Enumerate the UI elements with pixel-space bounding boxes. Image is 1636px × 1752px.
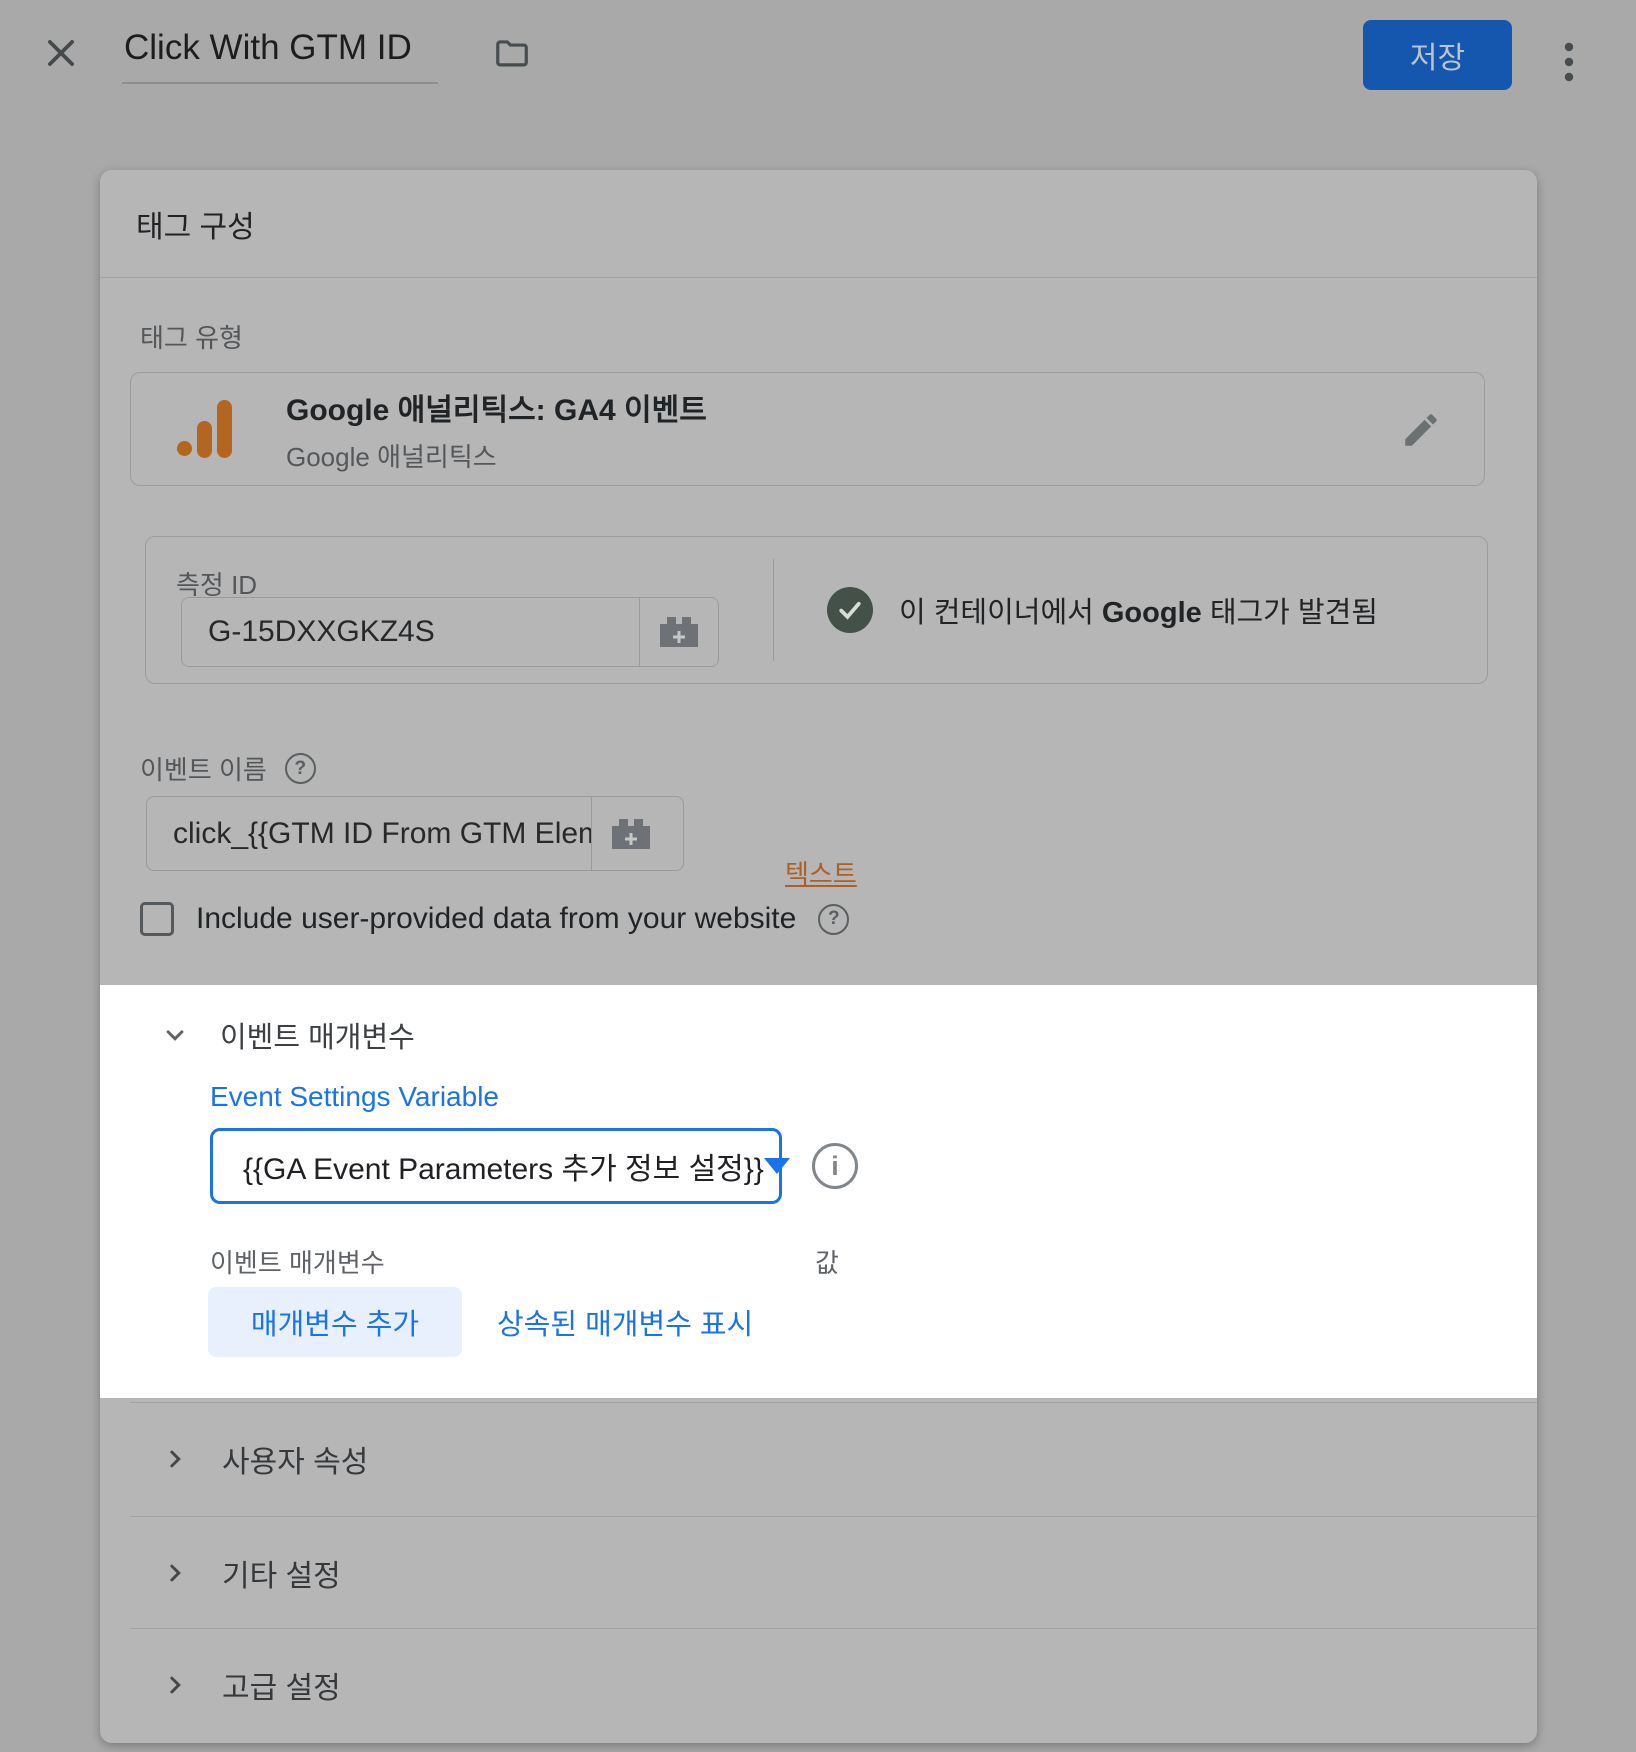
event-name-input: click_{{GTM ID From GTM Element [146,796,684,871]
measurement-id-box: 측정 ID G-15DXXGKZ4S 이 컨테이너에서 Google 태그가 발… [145,536,1488,684]
close-icon[interactable] [42,34,80,72]
section-advanced-settings[interactable]: 고급 설정 [100,1628,1537,1742]
help-icon[interactable]: ? [285,753,316,784]
value-column-label: 값 [815,1243,839,1280]
tag-name-field[interactable]: Click With GTM ID [122,28,438,84]
tag-type-name: Google 애널리틱스: GA4 이벤트 [286,385,707,429]
add-parameter-button[interactable]: 매개변수 추가 [208,1287,462,1357]
more-vert-icon[interactable] [1555,38,1583,86]
chevron-right-icon [160,1670,190,1700]
folder-icon[interactable] [492,34,532,72]
check-circle-icon [827,587,873,633]
edit-icon[interactable] [1400,409,1442,451]
card-title: 태그 구성 [100,170,1537,278]
chevron-right-icon [160,1444,190,1474]
tag-type-tile: Google 애널리틱스: GA4 이벤트 Google 애널리틱스 [130,372,1485,486]
event-settings-variable-label: Event Settings Variable [210,1081,499,1113]
info-icon[interactable]: i [812,1143,858,1189]
user-data-checkbox[interactable] [140,902,174,936]
event-parameters-header[interactable]: 이벤트 매개변수 [160,1009,415,1061]
measurement-id-input: G-15DXXGKZ4S [181,597,719,667]
save-button[interactable]: 저장 [1363,20,1512,90]
event-settings-variable-value: {{GA Event Parameters 추가 정보 설정}} [243,1144,764,1188]
measurement-id-value[interactable]: G-15DXXGKZ4S [182,598,639,666]
google-tag-found-status: 이 컨테이너에서 Google 태그가 발견됨 [899,589,1378,631]
event-parameters-section: 이벤트 매개변수 Event Settings Variable {{GA Ev… [100,985,1537,1398]
section-user-properties[interactable]: 사용자 속성 [100,1402,1537,1516]
google-analytics-icon [177,400,232,458]
parameter-column-label: 이벤트 매개변수 [210,1243,385,1280]
tag-configuration-card: 태그 구성 태그 유형 Google 애널리틱스: GA4 이벤트 Google… [100,170,1537,1743]
tag-type-label: 태그 유형 [140,318,243,355]
event-name-label: 이벤트 이름 [140,750,267,787]
text-link[interactable]: 텍스트 [785,854,857,891]
tag-type-vendor: Google 애널리틱스 [286,437,707,474]
top-bar: Click With GTM ID 저장 [0,0,1636,107]
help-icon[interactable]: ? [818,904,849,935]
chevron-down-icon [160,1020,190,1050]
dropdown-arrow-icon [764,1158,790,1174]
event-name-value[interactable]: click_{{GTM ID From GTM Element [147,797,591,870]
chevron-right-icon [160,1558,190,1588]
variable-picker-icon[interactable] [640,598,718,666]
variable-picker-icon[interactable] [592,797,670,870]
section-other-settings[interactable]: 기타 설정 [100,1516,1537,1630]
event-settings-variable-select[interactable]: {{GA Event Parameters 추가 정보 설정}} [210,1128,782,1204]
user-data-checkbox-label: Include user-provided data from your web… [196,902,796,936]
event-parameters-title: 이벤트 매개변수 [220,1014,415,1056]
show-inherited-parameters-link[interactable]: 상속된 매개변수 표시 [497,1287,753,1357]
